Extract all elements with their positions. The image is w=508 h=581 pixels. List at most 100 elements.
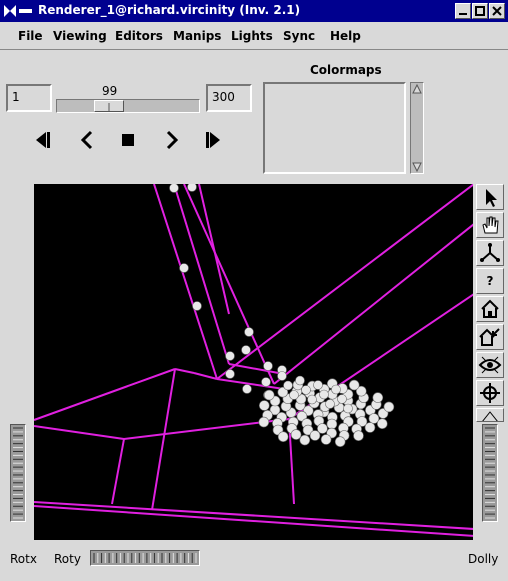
particle-sphere xyxy=(169,184,179,193)
particle-sphere xyxy=(372,392,384,403)
view-mode-button[interactable] xyxy=(476,212,504,238)
viewpoint-icon xyxy=(480,243,500,262)
seek-button[interactable] xyxy=(476,380,504,406)
dolly-thumbwheel[interactable] xyxy=(482,424,498,522)
window-title: Renderer_1@richard.vircinity (Inv. 2.1) xyxy=(38,3,301,17)
particle-sphere xyxy=(258,416,270,428)
first-frame-button[interactable] xyxy=(30,128,54,152)
viewpoint-button[interactable] xyxy=(476,240,504,266)
particle-sphere xyxy=(259,400,270,411)
view-all-eye-icon xyxy=(478,356,502,374)
particle-sphere xyxy=(331,384,341,395)
particle-sphere xyxy=(290,429,302,440)
particle-sphere xyxy=(244,327,254,337)
wireframe-edge xyxy=(111,438,125,505)
wireframe-edge xyxy=(34,425,125,440)
hand-icon xyxy=(482,216,499,234)
menu-sync[interactable]: Sync xyxy=(283,29,315,43)
set-home-button[interactable] xyxy=(476,324,504,350)
particle-sphere xyxy=(343,403,353,414)
wireframe-edge xyxy=(273,223,473,385)
minimize-icon xyxy=(459,13,467,15)
particle-sphere xyxy=(353,430,364,441)
perspective-icon xyxy=(482,411,498,421)
particle-sphere xyxy=(307,394,317,405)
wireframe-edge xyxy=(216,184,473,380)
stop-button[interactable] xyxy=(116,128,140,152)
slider-grip-icon xyxy=(108,103,110,111)
seek-icon xyxy=(480,383,500,403)
menu-file[interactable]: File xyxy=(18,29,43,43)
particle-sphere xyxy=(187,184,197,192)
wireframe-edge xyxy=(198,184,230,315)
set-home-icon xyxy=(479,328,500,346)
particle-sphere xyxy=(242,384,252,394)
particle-sphere xyxy=(334,436,346,448)
render-viewport[interactable] xyxy=(34,184,473,540)
particle-sphere xyxy=(289,390,299,400)
next-frame-button[interactable] xyxy=(160,128,184,152)
perspective-button[interactable] xyxy=(476,408,504,422)
previous-frame-button[interactable] xyxy=(75,128,99,152)
thumbwheel-grip-icon xyxy=(13,427,23,519)
particle-sphere xyxy=(192,301,202,311)
colormaps-list[interactable] xyxy=(263,82,406,174)
particle-sphere xyxy=(263,361,273,371)
minimize-button[interactable] xyxy=(455,3,471,19)
wireframe-edge xyxy=(34,368,176,421)
particle-sphere xyxy=(241,345,251,355)
wireframe-edge xyxy=(228,363,285,375)
menubar: File Viewing Editors Manips Lights Sync … xyxy=(0,22,508,50)
end-frame-field[interactable]: 300 xyxy=(206,84,252,112)
pick-mode-button[interactable] xyxy=(476,184,504,210)
rotx-label: Rotx xyxy=(10,552,37,566)
colormaps-scrollbar[interactable] xyxy=(410,82,424,174)
home-icon xyxy=(481,299,499,318)
rotx-thumbwheel[interactable] xyxy=(10,424,26,522)
particle-sphere xyxy=(309,430,321,441)
thumbwheel-grip-icon xyxy=(93,553,197,563)
pick-arrow-icon xyxy=(486,189,497,207)
last-frame-button[interactable] xyxy=(202,128,226,152)
start-frame-field[interactable]: 1 xyxy=(6,84,52,112)
menu-help[interactable]: Help xyxy=(330,29,361,43)
frame-slider[interactable] xyxy=(56,99,200,113)
window-titlebar[interactable]: Renderer_1@richard.vircinity (Inv. 2.1) xyxy=(0,0,508,22)
particle-sphere xyxy=(283,380,293,391)
current-frame-value: 99 xyxy=(102,84,118,98)
particle-sphere xyxy=(313,380,323,390)
menu-viewing[interactable]: Viewing xyxy=(53,29,107,43)
menu-lights[interactable]: Lights xyxy=(231,29,273,43)
particle-sphere xyxy=(319,389,329,400)
particle-sphere xyxy=(320,434,332,445)
close-button[interactable] xyxy=(489,3,505,19)
dolly-label: Dolly xyxy=(468,552,499,566)
particle-sphere xyxy=(299,434,311,446)
close-icon xyxy=(492,6,502,16)
wireframe-edge xyxy=(34,505,473,537)
particle-sphere xyxy=(179,263,189,273)
colormaps-label: Colormaps xyxy=(310,63,382,77)
roty-thumbwheel[interactable] xyxy=(90,550,200,566)
help-button[interactable]: ? xyxy=(476,268,504,294)
home-button[interactable] xyxy=(476,296,504,322)
view-all-button[interactable] xyxy=(476,352,504,378)
frame-slider-thumb[interactable] xyxy=(94,100,124,112)
menu-editors[interactable]: Editors xyxy=(115,29,163,43)
particle-sphere xyxy=(325,399,335,409)
particle-sphere xyxy=(225,351,235,361)
scene-render xyxy=(34,184,473,537)
particle-sphere xyxy=(348,379,360,391)
window-menu-icon[interactable] xyxy=(2,3,34,19)
menu-manips[interactable]: Manips xyxy=(173,29,221,43)
wireframe-edge xyxy=(34,501,473,530)
particle-sphere xyxy=(277,371,287,381)
maximize-button[interactable] xyxy=(472,3,488,19)
wireframe-edge xyxy=(153,184,218,380)
particle-sphere xyxy=(301,385,311,395)
thumbwheel-grip-icon xyxy=(485,427,495,519)
particle-sphere xyxy=(261,377,271,387)
particle-sphere xyxy=(295,375,305,386)
scroll-arrows-icon xyxy=(412,83,422,173)
particle-sphere xyxy=(364,422,376,433)
